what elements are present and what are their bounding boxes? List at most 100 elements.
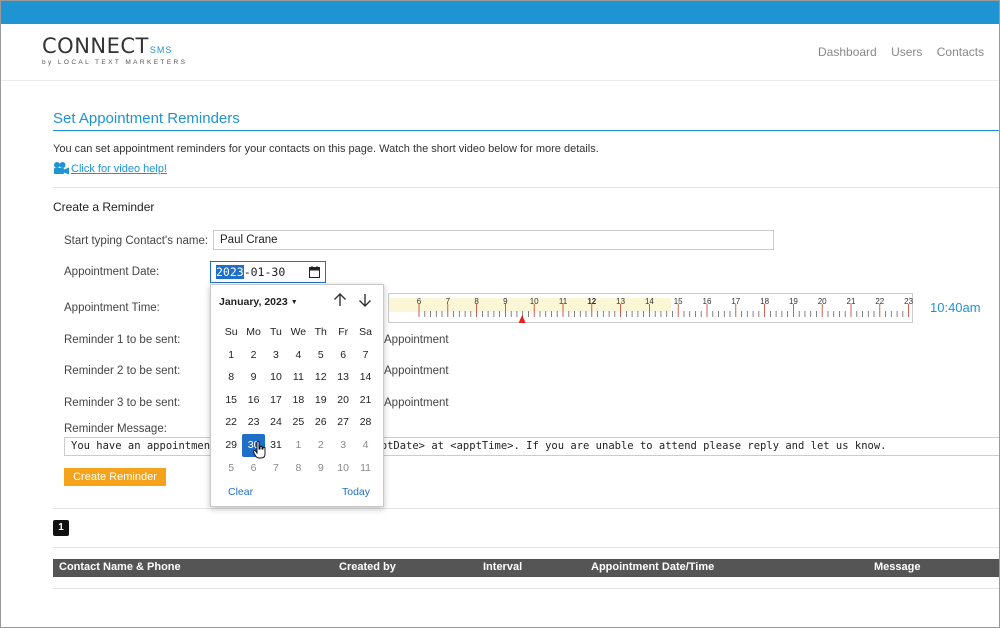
calendar-day[interactable]: 14 <box>354 366 376 389</box>
calendar-day[interactable]: 6 <box>332 344 354 367</box>
calendar-day[interactable]: 28 <box>354 411 376 434</box>
calendar-day[interactable]: 6 <box>242 457 264 480</box>
column-contact[interactable]: Contact Name & Phone <box>59 561 181 573</box>
calendar-day[interactable]: 10 <box>265 366 287 389</box>
calendar-day[interactable]: 20 <box>332 389 354 412</box>
column-created-by[interactable]: Created by <box>339 561 396 573</box>
hour-label: 21 <box>847 297 856 306</box>
date-picker-popup: January, 2023 ▼ Su Mo Tu We Th Fr Sa 1 2 3 4 5 6 7 8 9 10… <box>210 284 384 507</box>
weekday-header: Mo <box>246 326 261 338</box>
today-button[interactable]: Today <box>342 486 370 498</box>
calendar-day[interactable]: 17 <box>265 389 287 412</box>
calendar-day[interactable]: 23 <box>242 411 264 434</box>
column-appointment[interactable]: Appointment Date/Time <box>591 561 714 573</box>
calendar-day[interactable]: 25 <box>287 411 309 434</box>
reminders-table-header: Contact Name & Phone Created by Interval… <box>53 559 1000 577</box>
calendar-day[interactable]: 13 <box>332 366 354 389</box>
divider <box>53 547 1000 548</box>
calendar-day[interactable]: 1 <box>220 344 242 367</box>
reminder2-label: Reminder 2 to be sent: <box>64 365 181 377</box>
calendar-day[interactable]: 2 <box>242 344 264 367</box>
calendar-day[interactable]: 3 <box>332 434 354 457</box>
calendar-day[interactable]: 8 <box>287 457 309 480</box>
calendar-day[interactable]: 7 <box>265 457 287 480</box>
calendar-day[interactable]: 27 <box>332 411 354 434</box>
weekday-header: Sa <box>359 326 372 338</box>
clear-button[interactable]: Clear <box>228 486 253 498</box>
calendar-day[interactable]: 11 <box>354 457 376 480</box>
hour-label: 9 <box>503 297 508 306</box>
month-selector[interactable]: January, 2023 ▼ <box>219 296 298 308</box>
divider <box>53 588 1000 589</box>
hour-label: 13 <box>616 297 625 306</box>
message-label: Reminder Message: <box>64 423 167 435</box>
hour-label: 15 <box>674 297 683 306</box>
hour-label: 7 <box>446 297 451 306</box>
calendar-icon[interactable] <box>309 266 320 278</box>
weekday-header: Tu <box>270 326 282 338</box>
pagination-page-1[interactable]: 1 <box>53 520 69 536</box>
calendar-day[interactable]: 31 <box>265 434 287 457</box>
create-reminder-button[interactable]: Create Reminder <box>64 468 166 486</box>
date-rest-segment[interactable]: -01-30 <box>244 265 286 279</box>
reminder3-label: Reminder 3 to be sent: <box>64 397 181 409</box>
reminder2-suffix: Appointment <box>384 365 449 377</box>
appointment-date-input[interactable]: 2023-01-30 <box>210 261 326 283</box>
time-label: Appointment Time: <box>64 302 160 314</box>
column-message[interactable]: Message <box>874 561 920 573</box>
calendar-day[interactable]: 9 <box>242 366 264 389</box>
column-interval[interactable]: Interval <box>483 561 522 573</box>
arrow-up-icon[interactable] <box>332 292 348 308</box>
calendar-day[interactable]: 22 <box>220 411 242 434</box>
hour-label: 22 <box>875 297 884 306</box>
hour-label: 23 <box>904 297 913 306</box>
calendar-day[interactable]: 10 <box>332 457 354 480</box>
time-slider[interactable]: 6 7 8 9 10 11 12 13 14 15 16 17 18 19 20 21 22 23 <box>388 293 914 324</box>
calendar-grid: Su Mo Tu We Th Fr Sa 1 2 3 4 5 6 7 8 9 10 11 12 13 14 15 16 17 1… <box>220 321 377 479</box>
camera-icon <box>54 162 69 175</box>
calendar-day[interactable]: 21 <box>354 389 376 412</box>
hour-label: 17 <box>731 297 740 306</box>
logo[interactable]: CONNECTSMS by LOCAL TEXT MARKETERS <box>42 34 187 66</box>
calendar-day[interactable]: 5 <box>220 457 242 480</box>
calendar-day[interactable]: 12 <box>310 366 332 389</box>
calendar-day[interactable]: 7 <box>354 344 376 367</box>
calendar-day[interactable]: 19 <box>310 389 332 412</box>
hour-label: 18 <box>760 297 769 306</box>
video-help-link[interactable]: Click for video help! <box>53 161 167 176</box>
calendar-day[interactable]: 1 <box>287 434 309 457</box>
date-year-segment[interactable]: 2023 <box>216 265 244 279</box>
time-ruler[interactable]: 6 7 8 9 10 11 12 13 14 15 16 17 18 19 20 21 22 23 <box>389 294 914 324</box>
nav-item-dashboard[interactable]: Dashboard <box>818 45 877 59</box>
calendar-day[interactable]: 9 <box>310 457 332 480</box>
calendar-day[interactable]: 8 <box>220 366 242 389</box>
calendar-day[interactable]: 18 <box>287 389 309 412</box>
calendar-day[interactable]: 26 <box>310 411 332 434</box>
calendar-day[interactable]: 4 <box>354 434 376 457</box>
weekday-header: We <box>290 326 307 338</box>
calendar-day[interactable]: 24 <box>265 411 287 434</box>
calendar-day[interactable]: 2 <box>310 434 332 457</box>
video-help-text: Click for video help! <box>71 162 167 175</box>
calendar-day[interactable]: 15 <box>220 389 242 412</box>
calendar-day[interactable]: 5 <box>310 344 332 367</box>
weekday-header: Th <box>314 326 327 338</box>
nav-item-contacts[interactable]: Contacts <box>937 45 984 59</box>
calendar-day[interactable]: 29 <box>220 434 242 457</box>
calendar-day[interactable]: 11 <box>287 366 309 389</box>
month-label: January, 2023 <box>219 296 288 308</box>
arrow-down-icon[interactable] <box>357 292 373 308</box>
page-title: Set Appointment Reminders <box>53 110 240 127</box>
hour-label: 14 <box>645 297 654 306</box>
time-marker[interactable] <box>518 315 526 323</box>
contact-name-input[interactable]: Paul Crane <box>213 230 774 250</box>
nav-item-users[interactable]: Users <box>891 45 922 59</box>
calendar-day[interactable]: 4 <box>287 344 309 367</box>
mouse-cursor-icon <box>253 441 266 459</box>
calendar-day[interactable]: 16 <box>242 389 264 412</box>
main-nav: Dashboard Users Contacts C <box>818 45 1000 59</box>
hour-label: 19 <box>789 297 798 306</box>
calendar-day[interactable]: 3 <box>265 344 287 367</box>
caret-down-icon: ▼ <box>290 299 298 306</box>
reminder-message-input[interactable]: You have an appointment with <contactNam… <box>64 437 1000 456</box>
